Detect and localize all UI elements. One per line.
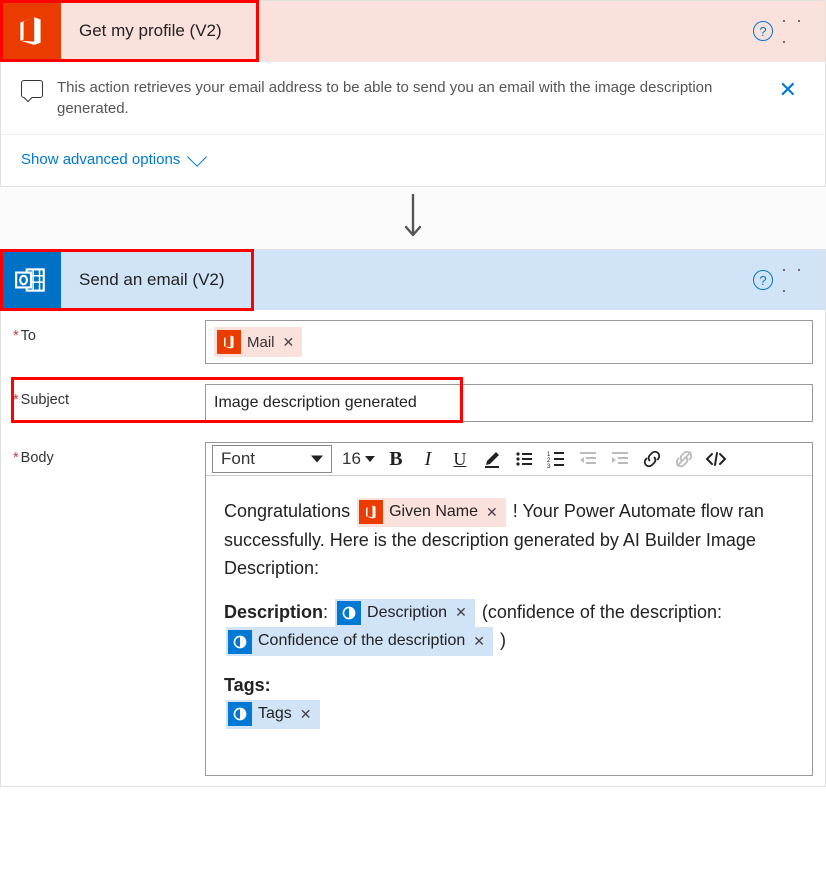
show-advanced-options-link[interactable]: Show advanced options [1, 134, 825, 186]
subject-field[interactable]: Image description generated [205, 384, 813, 422]
bold-button[interactable]: B [381, 445, 411, 473]
comment-icon [21, 80, 43, 98]
flow-connector [0, 187, 826, 249]
indent-button[interactable] [605, 445, 635, 473]
mail-token[interactable]: Mail ✕ [214, 327, 302, 357]
confidence-token[interactable]: Confidence of the description ✕ [226, 627, 493, 656]
email-action-card: Send an email (V2) ? · · · *To Mail ✕ *S… [0, 249, 826, 787]
help-icon[interactable]: ? [753, 270, 773, 290]
tags-token[interactable]: Tags ✕ [226, 700, 320, 729]
profile-info-text: This action retrieves your email address… [57, 77, 757, 119]
to-label: *To [13, 320, 201, 344]
remove-token-icon[interactable]: ✕ [281, 334, 297, 351]
rte-toolbar: Font 16 B I U 123 [206, 443, 812, 476]
office-icon [1, 1, 61, 61]
more-menu-icon[interactable]: · · · [781, 15, 813, 47]
profile-action-card: Get my profile (V2) ? · · · This action … [0, 0, 826, 187]
office-icon [359, 500, 383, 524]
body-row: *Body Font 16 B I U 123 [1, 432, 825, 786]
remove-token-icon[interactable]: ✕ [298, 704, 314, 726]
font-size-select[interactable]: 16 [334, 446, 379, 472]
to-field[interactable]: Mail ✕ [205, 320, 813, 364]
color-picker-button[interactable] [477, 445, 507, 473]
subject-label: *Subject [13, 384, 201, 408]
bullet-list-button[interactable] [509, 445, 539, 473]
unlink-button[interactable] [669, 445, 699, 473]
arrow-down-icon [402, 193, 424, 244]
subject-row: *Subject Image description generated [1, 374, 825, 432]
email-card-title: Send an email (V2) [61, 270, 243, 290]
outlook-icon [1, 250, 61, 310]
ai-builder-icon [337, 601, 361, 625]
subject-value: Image description generated [214, 394, 417, 412]
close-icon[interactable]: ✕ [771, 77, 805, 103]
svg-text:3: 3 [547, 464, 551, 469]
outdent-button[interactable] [573, 445, 603, 473]
ai-builder-icon [228, 702, 252, 726]
rich-text-editor: Font 16 B I U 123 [205, 442, 813, 776]
profile-card-title: Get my profile (V2) [61, 21, 240, 41]
email-card-header[interactable]: Send an email (V2) ? · · · [1, 250, 825, 310]
numbered-list-button[interactable]: 123 [541, 445, 571, 473]
profile-card-header[interactable]: Get my profile (V2) ? · · · [1, 1, 825, 61]
remove-token-icon[interactable]: ✕ [484, 502, 500, 524]
chevron-down-icon [187, 147, 207, 167]
description-token[interactable]: Description ✕ [335, 599, 475, 628]
font-select[interactable]: Font [212, 445, 332, 473]
link-button[interactable] [637, 445, 667, 473]
advanced-options-label: Show advanced options [21, 151, 180, 168]
underline-button[interactable]: U [445, 445, 475, 473]
given-name-token[interactable]: Given Name ✕ [357, 498, 506, 527]
code-view-button[interactable] [701, 445, 731, 473]
remove-token-icon[interactable]: ✕ [471, 631, 487, 653]
more-menu-icon[interactable]: · · · [781, 264, 813, 296]
remove-token-icon[interactable]: ✕ [453, 602, 469, 624]
office-icon [217, 330, 241, 354]
rte-content[interactable]: Congratulations Given Name ✕ ! Your Powe… [206, 476, 812, 775]
to-row: *To Mail ✕ [1, 310, 825, 374]
body-label: *Body [13, 442, 201, 776]
profile-card-body: This action retrieves your email address… [1, 61, 825, 134]
help-icon[interactable]: ? [753, 21, 773, 41]
token-label: Mail [247, 334, 275, 351]
ai-builder-icon [228, 630, 252, 654]
italic-button[interactable]: I [413, 445, 443, 473]
